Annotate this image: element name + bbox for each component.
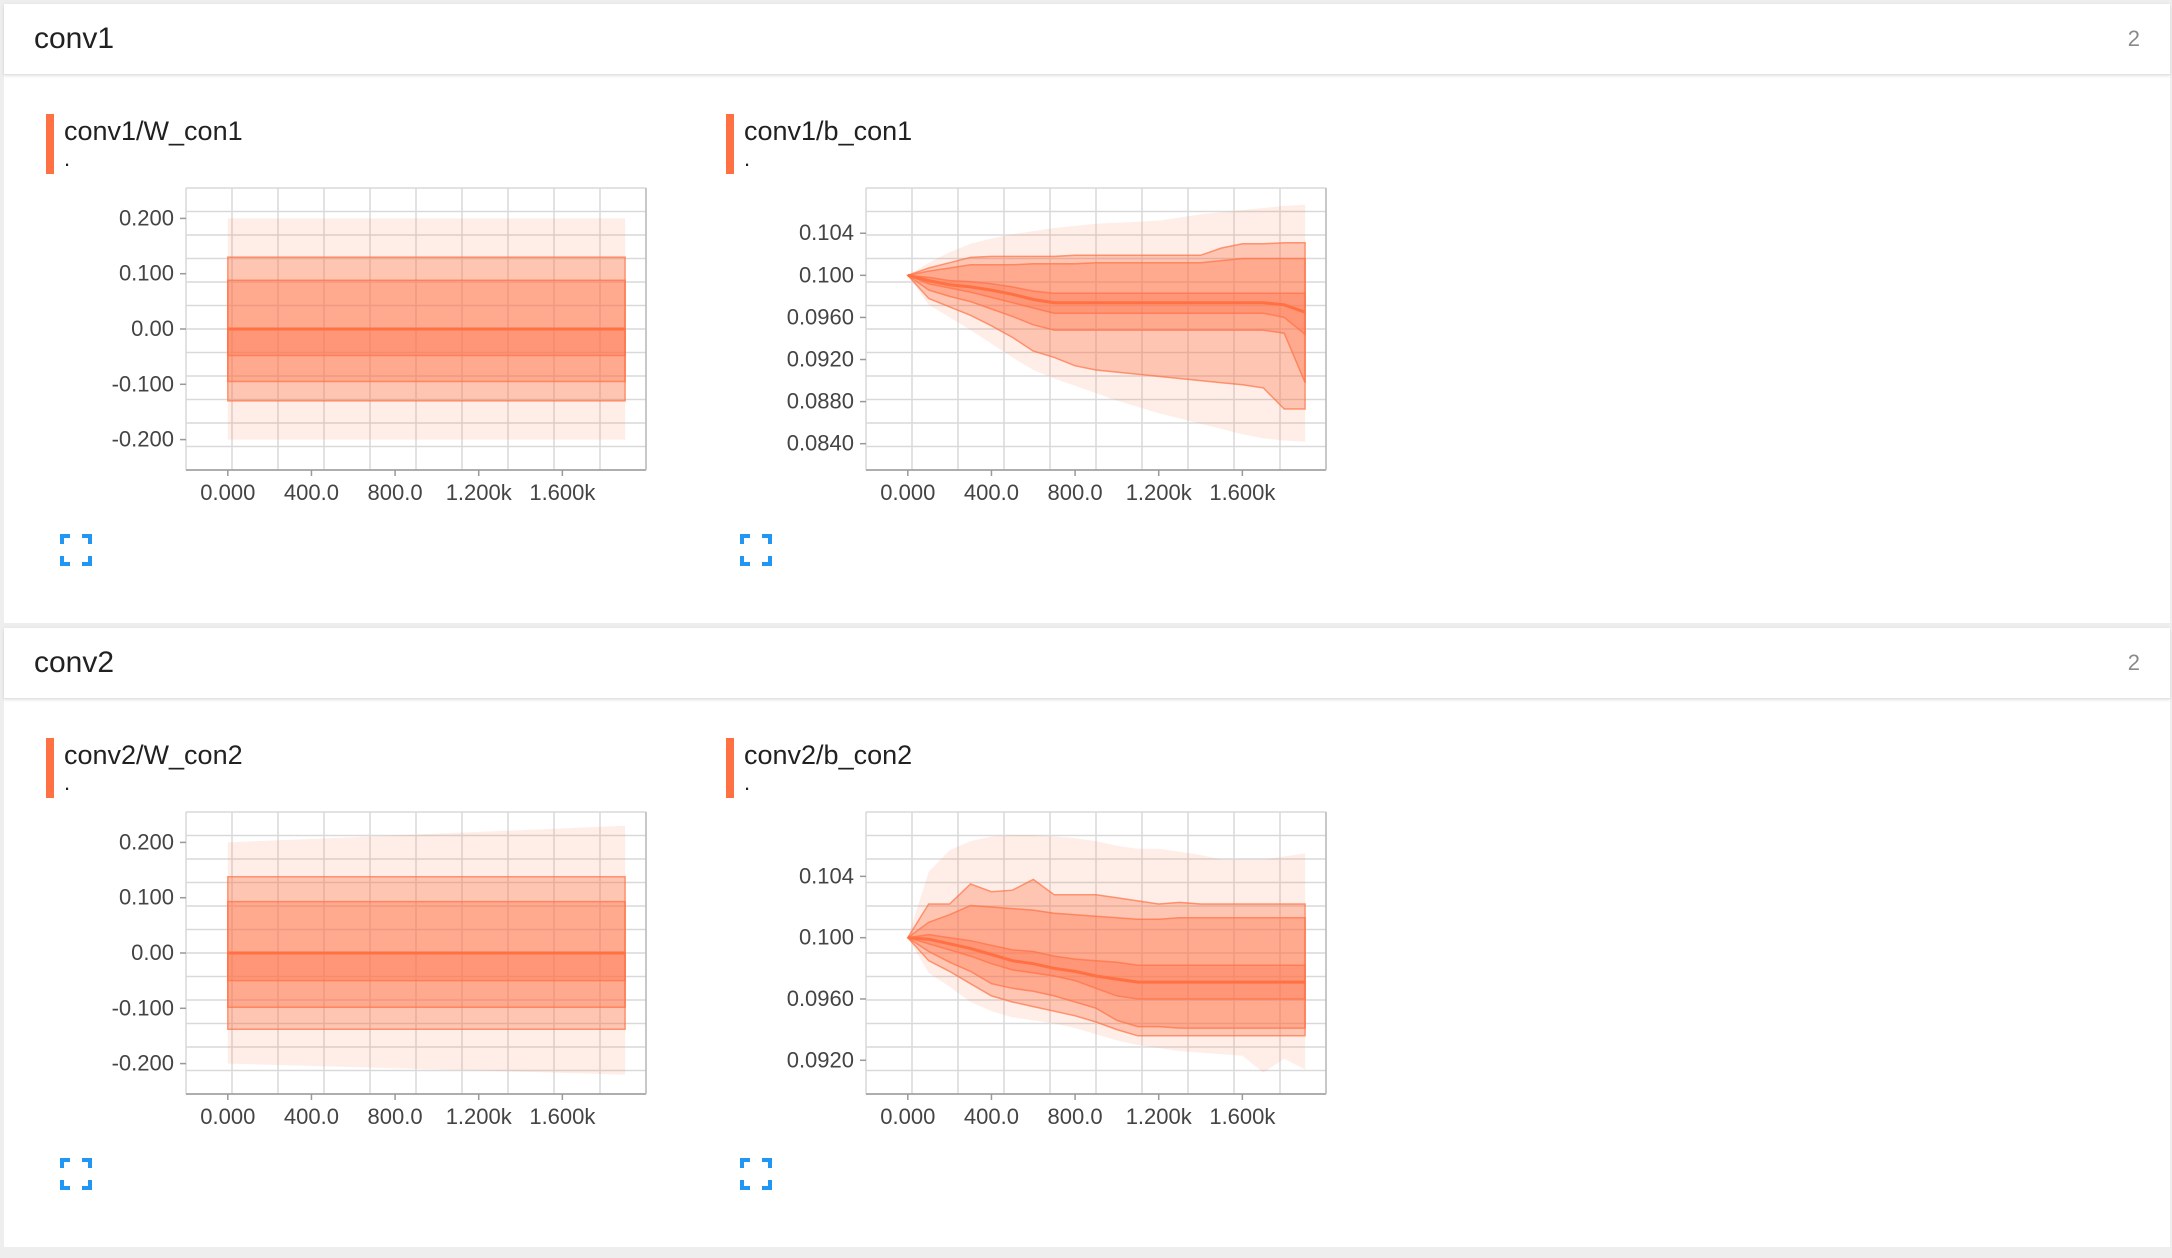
card-subtitle: . [64,146,71,171]
y-tick-label: 0.100 [119,885,174,910]
y-tick-label: 0.00 [131,316,174,341]
histogram-card: conv1/W_con1 . 0.200 0.100 0.00 -0.100 -0.20… [46,114,686,634]
card-accent-bar [46,738,54,798]
fullscreen-icon[interactable] [740,534,772,566]
y-tick-label: 0.100 [799,262,854,287]
card-subtitle: . [64,770,71,795]
y-tick-label: 0.0880 [787,389,854,414]
x-tick-label: 1.200k [1126,1104,1193,1129]
histogram-card: conv2/b_con2 . 0.104 0.100 0.0960 0.0920 0.0… [726,738,1366,1258]
y-tick-label: -0.100 [112,371,174,396]
histogram-card: conv1/b_con1 . 0.104 0.100 0.0960 0.0920 0.0… [726,114,1366,634]
fullscreen-icon-glyph [60,534,92,566]
histogram-chart: 0.104 0.100 0.0960 0.0920 0.000 400.0 800.0 1.2… [787,811,1327,1129]
x-tick-label: 1.600k [529,1104,596,1129]
section-conv1: conv1 2 conv1/W_con1 . 0.200 0.100 0.00 -0.… [4,4,2170,623]
section-count-badge: 2 [2127,650,2140,675]
section-count-badge: 2 [2127,26,2140,51]
x-tick-label: 1.200k [1126,480,1193,505]
x-tick-label: 400.0 [964,480,1019,505]
y-tick-label: 0.0920 [787,347,854,372]
y-tick-label: 0.100 [799,925,854,950]
y-tick-label: -0.200 [112,1051,174,1076]
x-tick-label: 0.000 [200,1104,255,1129]
x-tick-label: 400.0 [284,1104,339,1129]
y-tick-label: 0.0840 [787,431,854,456]
section-header[interactable]: conv2 2 [4,628,2170,699]
histogram-chart: 0.104 0.100 0.0960 0.0920 0.0880 0.0840 0.000 4… [787,187,1327,505]
card-accent-bar [46,114,54,174]
fullscreen-icon[interactable] [740,1158,772,1190]
histogram-card: conv2/W_con2 . 0.200 0.100 0.00 -0.100 -0.20… [46,738,686,1258]
card-subtitle: . [744,770,751,795]
x-tick-label: 0.000 [880,1104,935,1129]
y-tick-label: 0.100 [119,261,174,286]
x-tick-label: 400.0 [284,480,339,505]
y-tick-label: 0.104 [799,220,854,245]
x-tick-label: 0.000 [880,480,935,505]
section-title: conv2 [34,646,115,679]
y-tick-label: 0.00 [131,940,174,965]
x-tick-label: 1.600k [529,480,596,505]
y-tick-label: -0.200 [112,427,174,452]
section-conv2: conv2 2 conv2/W_con2 . 0.200 0.100 0.00 -0.… [4,628,2170,1247]
x-tick-label: 800.0 [1048,480,1103,505]
card-title: conv1/W_con1 [64,116,243,146]
card-title: conv2/W_con2 [64,740,243,770]
y-tick-label: 0.0960 [787,986,854,1011]
fullscreen-icon-glyph [60,1158,92,1190]
x-tick-label: 400.0 [964,1104,1019,1129]
x-tick-label: 1.600k [1209,480,1276,505]
percentile-band [227,952,626,982]
x-tick-label: 0.000 [200,480,255,505]
card-title: conv1/b_con1 [744,116,913,146]
percentile-band [227,328,626,357]
fullscreen-icon[interactable] [60,534,92,566]
card-accent-bar [726,738,734,798]
y-tick-label: 0.0960 [787,304,854,329]
y-tick-label: 0.104 [799,863,854,888]
card-title: conv2/b_con2 [744,740,913,770]
x-tick-label: 1.200k [446,480,513,505]
y-tick-label: -0.100 [112,995,174,1020]
section-header[interactable]: conv1 2 [4,4,2170,75]
histogram-chart: 0.200 0.100 0.00 -0.100 -0.200 0.000 400.0 800.… [112,811,647,1129]
y-tick-label: 0.200 [119,205,174,230]
x-tick-label: 1.200k [446,1104,513,1129]
fullscreen-icon-glyph [740,534,772,566]
card-subtitle: . [744,146,751,171]
x-tick-label: 1.600k [1209,1104,1276,1129]
fullscreen-icon-glyph [740,1158,772,1190]
x-tick-label: 800.0 [368,480,423,505]
fullscreen-icon[interactable] [60,1158,92,1190]
x-tick-label: 800.0 [368,1104,423,1129]
y-tick-label: 0.200 [119,829,174,854]
card-accent-bar [726,114,734,174]
y-tick-label: 0.0920 [787,1047,854,1072]
section-title: conv1 [34,22,115,55]
histogram-chart: 0.200 0.100 0.00 -0.100 -0.200 0.000 400.0 800.… [112,187,647,505]
x-tick-label: 800.0 [1048,1104,1103,1129]
